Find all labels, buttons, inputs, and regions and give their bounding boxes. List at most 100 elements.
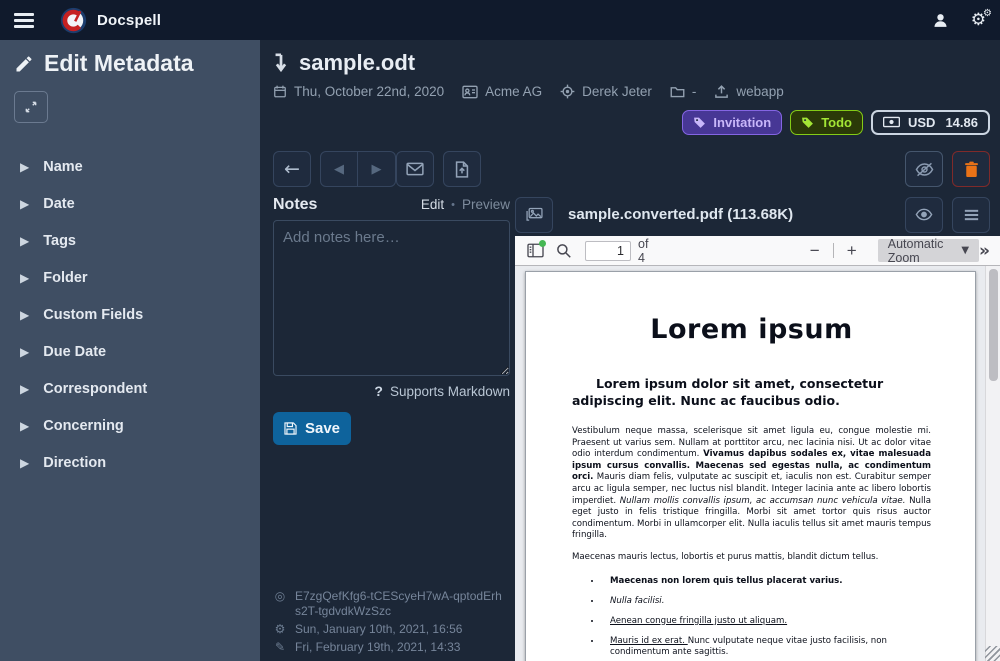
expand-collapse-button[interactable]	[14, 91, 48, 123]
sidebar-item-direction[interactable]: ▶ Direction	[14, 447, 246, 479]
hide-item-button[interactable]	[905, 151, 943, 187]
calendar-icon	[273, 84, 287, 99]
tag-badge-todo[interactable]: Todo	[790, 110, 863, 135]
pdf-bullet-item: Aenean congue fringilla justo ut aliquam…	[602, 616, 931, 628]
resize-handle[interactable]	[985, 646, 1000, 661]
dot-separator: •	[451, 199, 455, 211]
tags-row: Invitation Todo USD 14.86	[273, 109, 1000, 135]
notification-dot	[539, 240, 546, 247]
notes-input[interactable]	[273, 220, 510, 376]
notes-edit-link[interactable]: Edit	[421, 197, 444, 212]
settings-gears-icon[interactable]: ⚙⚙	[971, 10, 986, 30]
pdf-bullet-list: Maecenas non lorem quis tellus placerat …	[572, 576, 931, 661]
separator	[833, 243, 834, 258]
pdf-zoom-in-button[interactable]: +	[840, 241, 864, 261]
sidebar-item-correspondent[interactable]: ▶ Correspondent	[14, 373, 246, 405]
metadata-section-list: ▶ Name ▶ Date ▶ Tags ▶ Folder	[14, 151, 246, 484]
item-title-row: sample.odt	[273, 50, 1000, 76]
item-folder: -	[670, 84, 697, 99]
top-navbar: Docspell ⚙⚙	[0, 0, 1000, 40]
item-updated-row: ✎ Fri, February 19th, 2021, 14:33	[273, 640, 510, 655]
attachment-header: sample.converted.pdf (113.68K)	[515, 196, 1000, 233]
question-icon: ?	[374, 383, 383, 399]
pdf-paragraph: Vestibulum neque massa, scelerisque sit …	[572, 426, 931, 542]
sidebar-item-custom-fields[interactable]: ▶ Custom Fields	[14, 299, 246, 331]
send-mail-button[interactable]	[396, 151, 434, 187]
caret-right-icon: ▶	[20, 308, 29, 322]
item-concerning-person: Derek Jeter	[560, 84, 652, 99]
app-title: Docspell	[97, 12, 161, 29]
save-notes-button[interactable]: Save	[273, 412, 351, 445]
pdf-bullet-item: Maecenas non lorem quis tellus placerat …	[602, 576, 931, 588]
pencil-icon	[14, 54, 34, 74]
pdf-scrollbar-thumb[interactable]	[989, 269, 998, 381]
eye-slash-icon	[915, 162, 934, 177]
tag-icon	[693, 116, 706, 129]
images-icon	[526, 207, 543, 222]
pdf-zoom-out-button[interactable]: −	[803, 241, 827, 261]
attachment-panel: sample.converted.pdf (113.68K)	[515, 196, 1000, 661]
sidebar-item-name[interactable]: ▶ Name	[14, 151, 246, 183]
pdf-scrollbar[interactable]	[985, 266, 1000, 661]
caret-right-icon: ▶	[20, 271, 29, 285]
pdf-more-tools-icon[interactable]: »	[979, 241, 992, 261]
delete-item-button[interactable]	[952, 151, 990, 187]
caret-right-icon: ▶	[20, 456, 29, 470]
back-button[interactable]: ←	[273, 151, 311, 187]
envelope-icon	[406, 162, 424, 176]
caret-right-icon: ▶	[20, 382, 29, 396]
pdf-search-icon[interactable]	[551, 239, 575, 263]
folder-icon	[670, 85, 685, 98]
sidebar-item-tags[interactable]: ▶ Tags	[14, 225, 246, 257]
item-meta-row: Thu, October 22nd, 2020 Acme AG Derek Je…	[273, 84, 1000, 99]
pdfjs-toolbar: of 4 − + Automatic Zoom ▼ »	[515, 236, 1000, 266]
caret-right-icon: ▶	[20, 160, 29, 174]
gear-icon: ⚙	[273, 622, 287, 637]
edit-metadata-sidebar: Edit Metadata ▶ Name ▶ Date ▶ Tags	[0, 40, 260, 661]
item-created-value: Sun, January 10th, 2021, 16:56	[295, 622, 462, 637]
pencil-small-icon: ✎	[273, 640, 287, 655]
menu-icon[interactable]	[14, 13, 34, 28]
tag-badge-invitation[interactable]: Invitation	[682, 110, 782, 135]
file-upload-icon	[455, 161, 469, 178]
notes-preview-link[interactable]: Preview	[462, 197, 510, 212]
attachment-view-button[interactable]	[905, 197, 943, 233]
bullseye-icon: ◎	[273, 589, 287, 619]
tag-icon	[801, 116, 814, 129]
add-file-button[interactable]	[443, 151, 481, 187]
sidebar-item-concerning[interactable]: ▶ Concerning	[14, 410, 246, 442]
pdf-bullet-item: Nulla facilisi.	[602, 596, 931, 608]
pdf-viewer: Lorem ipsum Lorem ipsum dolor sit amet, …	[515, 266, 1000, 661]
caret-right-icon: ▶	[20, 419, 29, 433]
pdf-zoom-select[interactable]: Automatic Zoom ▼	[878, 239, 979, 262]
user-icon[interactable]	[932, 12, 949, 29]
sidebar-item-date[interactable]: ▶ Date	[14, 188, 246, 220]
caret-right-icon: ▶	[20, 345, 29, 359]
upload-icon	[714, 84, 729, 99]
attachment-select-button[interactable]	[515, 197, 553, 233]
caret-right-icon: ▶	[20, 197, 29, 211]
markdown-hint-link[interactable]: ? Supports Markdown	[273, 383, 510, 399]
arrow-down-icon	[273, 53, 289, 73]
pdf-page-number-input[interactable]	[585, 241, 631, 261]
notes-panel: Notes Edit • Preview ? Supports Markdown…	[273, 196, 510, 661]
app-logo[interactable]: Docspell	[60, 7, 161, 34]
item-toolbar: ← ◀ ▶	[273, 151, 1000, 187]
pdf-bullet-item: Mauris id ex erat. Nunc vulputate neque …	[602, 636, 931, 659]
pdf-page: Lorem ipsum Lorem ipsum dolor sit amet, …	[525, 271, 976, 661]
prev-item-button[interactable]: ◀	[320, 151, 358, 187]
caret-right-icon: ▶	[20, 234, 29, 248]
attachment-menu-button[interactable]	[952, 197, 990, 233]
item-date: Thu, October 22nd, 2020	[273, 84, 444, 99]
pdf-paragraph: Maecenas mauris lectus, lobortis et puru…	[572, 552, 931, 564]
sidebar-item-due-date[interactable]: ▶ Due Date	[14, 336, 246, 368]
notes-heading: Notes	[273, 196, 317, 214]
item-source: webapp	[714, 84, 783, 99]
pdf-page-count: of 4	[638, 237, 653, 265]
sidebar-item-folder[interactable]: ▶ Folder	[14, 262, 246, 294]
custom-field-badge-usd[interactable]: USD 14.86	[871, 110, 990, 135]
pdf-sidebar-toggle-icon[interactable]	[523, 239, 547, 263]
target-icon	[560, 84, 575, 99]
next-item-button[interactable]: ▶	[358, 151, 396, 187]
item-id-row: ◎ E7zgQefKfg6-tCEScyeH7wA-qptodErhs2T-tg…	[273, 589, 510, 619]
